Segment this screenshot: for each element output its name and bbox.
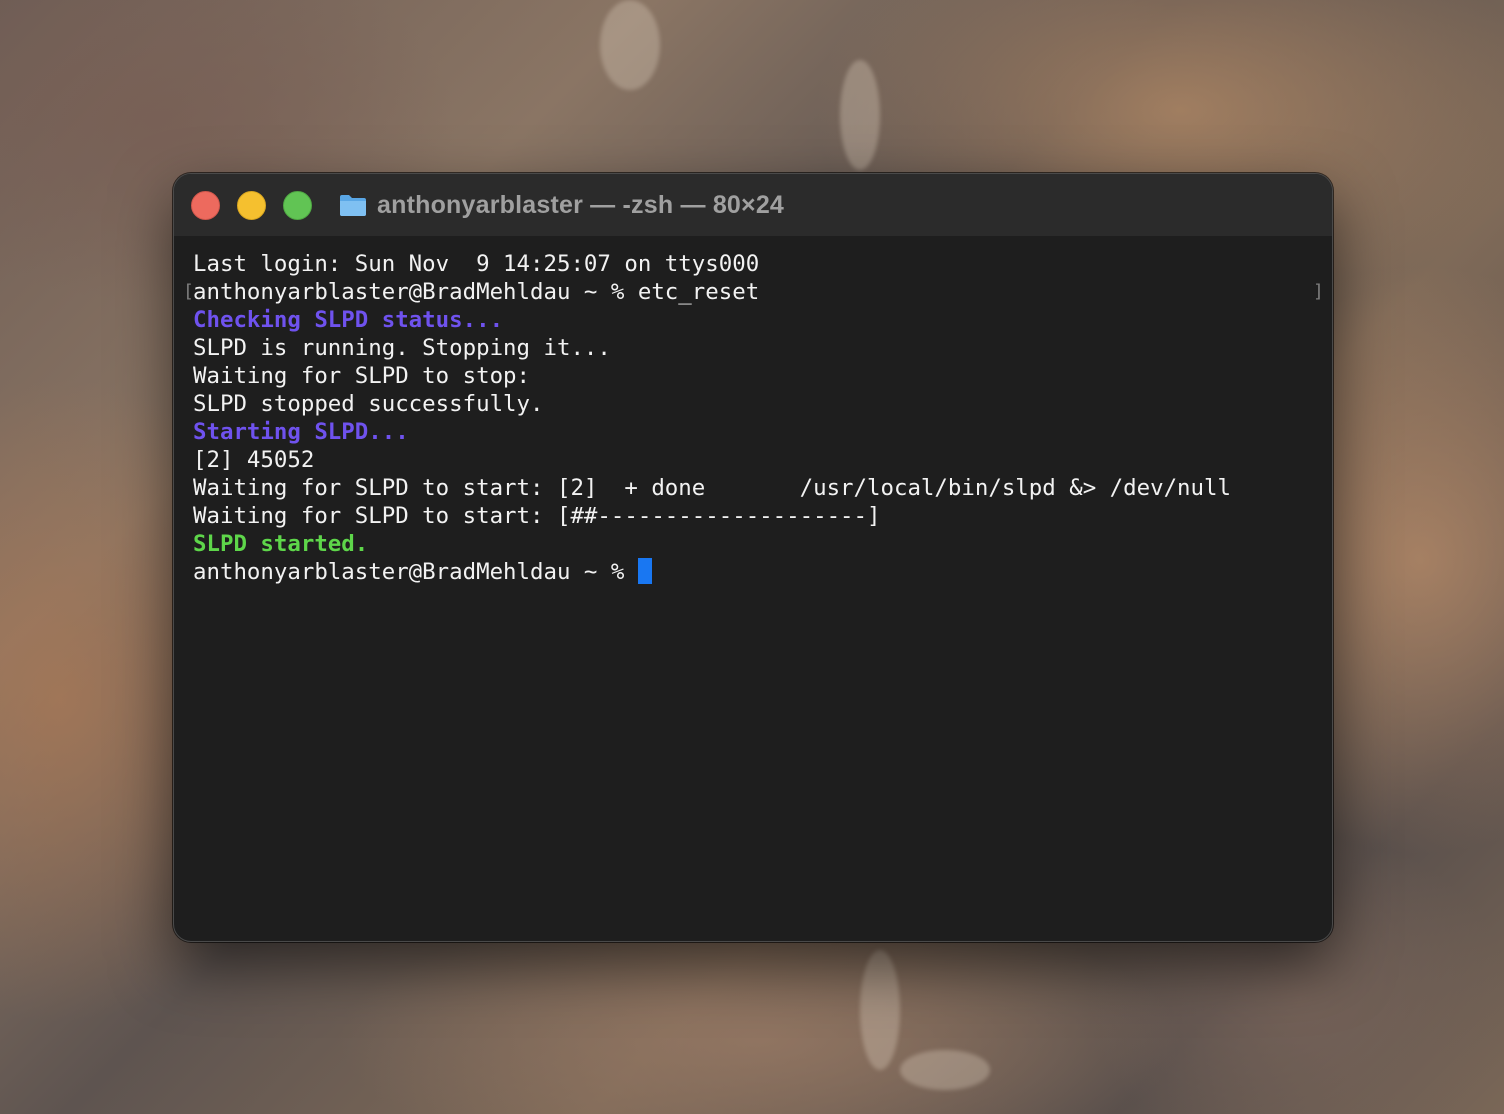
text-cursor[interactable] — [637, 558, 652, 584]
wallpaper-streak — [840, 60, 880, 170]
terminal-line-text: Checking SLPD status... — [193, 307, 504, 333]
terminal-output[interactable]: Last login: Sun Nov 9 14:25:07 on ttys00… — [183, 250, 1324, 931]
terminal-window[interactable]: anthonyarblaster — -zsh — 80×24 Last log… — [173, 173, 1333, 942]
terminal-line-text: [2] 45052 — [193, 447, 315, 473]
zoom-button[interactable] — [283, 191, 312, 220]
terminal-line: Waiting for SLPD to start: [2] + done /u… — [193, 474, 1322, 502]
terminal-line: SLPD stopped successfully. — [193, 390, 1322, 418]
terminal-line: [anthonyarblaster@BradMehldau ~ % etc_re… — [183, 278, 1324, 306]
mark-bracket-left: [ — [183, 281, 194, 302]
terminal-line: Starting SLPD... — [193, 418, 1322, 446]
terminal-line-text: anthonyarblaster@BradMehldau ~ % etc_res… — [193, 279, 760, 305]
shell-prompt: anthonyarblaster@BradMehldau ~ % — [193, 559, 638, 585]
terminal-line-text: Waiting for SLPD to stop: — [193, 363, 531, 389]
wallpaper-streak — [860, 950, 900, 1070]
window-title-group: anthonyarblaster — -zsh — 80×24 — [339, 188, 784, 222]
terminal-line-text: Starting SLPD... — [193, 419, 409, 445]
terminal-line-text: SLPD started. — [193, 531, 369, 557]
wallpaper-streak — [600, 0, 660, 90]
folder-icon — [340, 195, 366, 216]
terminal-line-text: Waiting for SLPD to start: [##----------… — [193, 503, 881, 529]
window-title: anthonyarblaster — -zsh — 80×24 — [377, 190, 785, 219]
terminal-line-text: Last login: Sun Nov 9 14:25:07 on ttys00… — [193, 251, 760, 277]
minimize-button[interactable] — [237, 191, 266, 220]
terminal-line: Waiting for SLPD to start: [##----------… — [193, 502, 1322, 530]
mark-bracket-right: ] — [1313, 281, 1324, 302]
terminal-line: SLPD started. — [193, 530, 1322, 558]
prompt-line[interactable]: anthonyarblaster@BradMehldau ~ % — [193, 558, 1322, 586]
terminal-line-text: SLPD stopped successfully. — [193, 391, 544, 417]
terminal-line: Last login: Sun Nov 9 14:25:07 on ttys00… — [193, 250, 1322, 278]
terminal-line-text: SLPD is running. Stopping it... — [193, 335, 611, 361]
title-bar[interactable]: anthonyarblaster — -zsh — 80×24 — [174, 174, 1332, 236]
close-button[interactable] — [191, 191, 220, 220]
wallpaper-streak — [900, 1050, 990, 1090]
terminal-line: Checking SLPD status... — [193, 306, 1322, 334]
terminal-line: Waiting for SLPD to stop: — [193, 362, 1322, 390]
terminal-line: SLPD is running. Stopping it... — [193, 334, 1322, 362]
terminal-line-text: Waiting for SLPD to start: [2] + done /u… — [193, 475, 1231, 501]
terminal-line: [2] 45052 — [193, 446, 1322, 474]
